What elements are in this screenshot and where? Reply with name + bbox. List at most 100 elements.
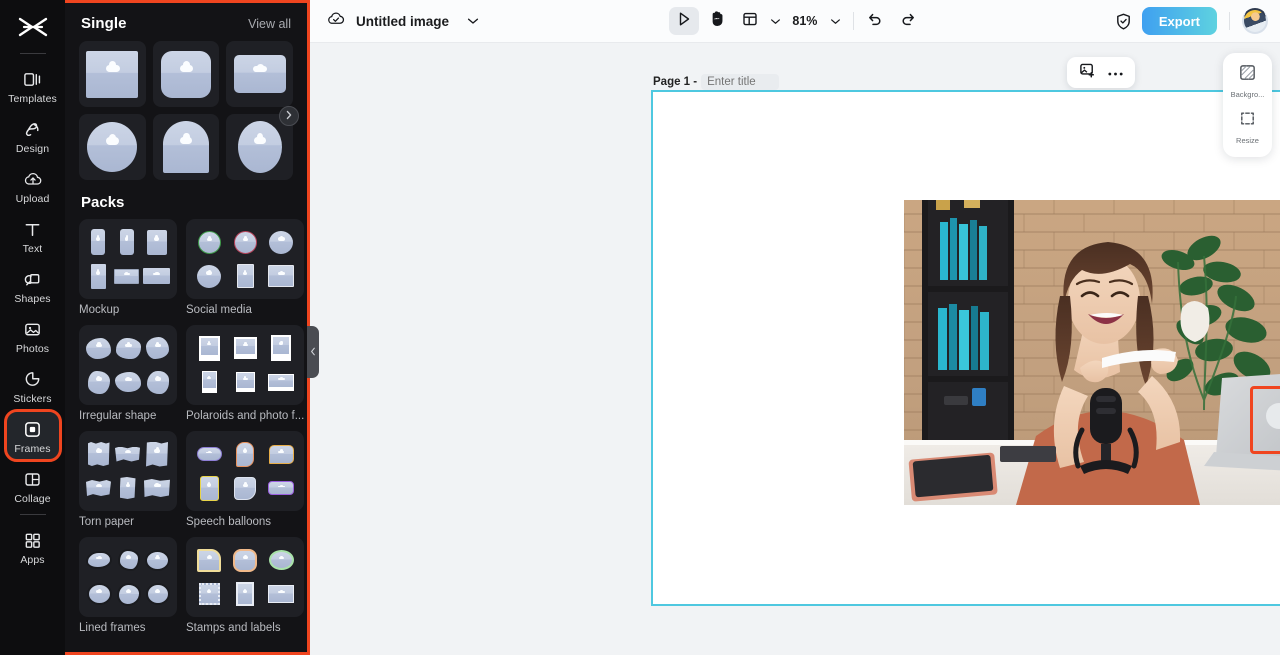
more-options-button[interactable] — [1104, 62, 1126, 84]
export-button[interactable]: Export — [1141, 7, 1217, 35]
undo-button[interactable] — [860, 7, 890, 35]
pack-card-social-media[interactable]: Social media — [186, 219, 305, 316]
pack-label: Speech balloons — [186, 516, 272, 528]
sidebar-item-apps[interactable]: Apps — [6, 522, 60, 571]
rail-divider-top — [19, 53, 46, 54]
pack-preview — [79, 431, 177, 511]
sidebar-item-shapes[interactable]: Shapes — [6, 261, 60, 310]
sidebar-item-label: Shapes — [14, 293, 51, 305]
user-avatar[interactable] — [1242, 8, 1268, 34]
background-label: Backgro... — [1230, 90, 1265, 99]
frames-icon — [23, 418, 42, 440]
page-title-row: Page 1 - — [653, 74, 780, 90]
zoom-level-value[interactable]: 81% — [786, 14, 819, 28]
select-tool-button[interactable] — [669, 7, 700, 35]
packs-section-title: Packs — [81, 194, 125, 211]
pack-preview — [79, 325, 177, 405]
cloud-saved-icon[interactable] — [326, 10, 346, 32]
chevron-down-icon[interactable] — [467, 12, 479, 30]
page-number-label: Page 1 - — [653, 76, 698, 88]
pack-label: Lined frames — [79, 622, 146, 634]
toolbar-divider-1 — [853, 12, 855, 30]
cursor-arrow-icon — [676, 11, 692, 32]
layout-tool-button[interactable] — [735, 7, 765, 35]
sidebar-item-design[interactable]: Design — [6, 111, 60, 160]
frames-panel-scroll[interactable]: Single View all Packs Mockup Social medi… — [65, 3, 307, 652]
collage-icon — [23, 468, 42, 490]
capcut-logo-icon[interactable] — [13, 8, 53, 46]
pack-label: Irregular shape — [79, 410, 157, 422]
toolbar-right-group: Export — [1114, 7, 1268, 35]
sidebar-item-frames[interactable]: Frames — [3, 409, 62, 462]
apps-icon — [23, 529, 42, 551]
main-area: Untitled image 81% Export Page 1 - Enter… — [310, 0, 1280, 655]
sidebar-item-templates[interactable]: Templates — [6, 61, 60, 110]
panel-collapse-handle[interactable] — [307, 326, 319, 378]
toolbar-divider-2 — [1229, 12, 1230, 30]
resize-button[interactable]: Resize — [1223, 109, 1272, 145]
single-next-arrow-button[interactable] — [279, 106, 299, 126]
document-title[interactable]: Untitled image — [356, 14, 449, 29]
sidebar-item-label: Stickers — [13, 393, 52, 405]
top-toolbar: Untitled image 81% Export — [310, 0, 1280, 43]
packs-grid: Mockup Social media Irregular shape Pola… — [79, 219, 305, 634]
text-icon — [23, 218, 42, 240]
more-horizontal-icon — [1107, 64, 1124, 82]
frames-panel: Single View all Packs Mockup Social medi… — [65, 0, 310, 655]
frame-thumb-square[interactable] — [79, 41, 146, 107]
pack-label: Polaroids and photo f... — [186, 410, 305, 422]
pack-card-polaroids[interactable]: Polaroids and photo f... — [186, 325, 305, 422]
shield-check-icon[interactable] — [1114, 12, 1133, 31]
pack-preview — [186, 325, 305, 405]
toolbar-center-group: 81% — [669, 7, 923, 35]
pack-card-torn-paper[interactable]: Torn paper — [79, 431, 177, 528]
layout-grid-icon — [742, 11, 758, 32]
layout-caret-icon[interactable] — [768, 18, 783, 25]
sidebar-item-label: Upload — [15, 193, 50, 205]
sidebar-item-upload[interactable]: Upload — [6, 161, 60, 210]
background-button[interactable]: Backgro... — [1223, 63, 1272, 99]
pack-card-irregular-shape[interactable]: Irregular shape — [79, 325, 177, 422]
page-title-input[interactable] — [701, 74, 780, 90]
design-icon — [23, 118, 42, 140]
canvas-side-panel: Backgro... Resize — [1223, 53, 1272, 157]
hand-tool-button[interactable] — [702, 7, 732, 35]
canvas-float-toolbar — [1067, 57, 1135, 88]
background-icon — [1238, 63, 1257, 87]
sidebar-item-label: Templates — [8, 93, 57, 105]
design-canvas[interactable]: Love it. — [651, 90, 1280, 606]
frame-thumb-landscape[interactable] — [226, 41, 293, 107]
sidebar-item-collage[interactable]: Collage — [6, 461, 60, 510]
redo-icon — [900, 11, 916, 32]
sidebar-item-text[interactable]: Text — [6, 211, 60, 260]
add-image-button[interactable] — [1076, 62, 1098, 84]
pack-card-stamps-labels[interactable]: Stamps and labels — [186, 537, 305, 634]
sidebar-item-stickers[interactable]: Stickers — [6, 361, 60, 410]
add-image-icon — [1079, 62, 1096, 84]
pack-label: Torn paper — [79, 516, 134, 528]
frame-thumb-rounded[interactable] — [152, 41, 220, 107]
canvas-photo[interactable] — [904, 200, 1280, 505]
stickers-icon — [23, 368, 42, 390]
sidebar-item-label: Apps — [20, 554, 45, 566]
resize-icon — [1238, 109, 1257, 133]
pack-preview — [186, 431, 305, 511]
frame-thumb-arch[interactable] — [152, 114, 220, 180]
upload-cloud-icon — [23, 168, 43, 190]
hand-icon — [709, 10, 725, 32]
frame-thumb-circle[interactable] — [79, 114, 146, 180]
shapes-icon — [23, 268, 42, 290]
pack-preview — [186, 219, 305, 299]
sidebar-item-photos[interactable]: Photos — [6, 311, 60, 360]
sidebar-item-label: Design — [15, 143, 50, 155]
pack-label: Mockup — [79, 304, 120, 316]
pack-card-lined-frames[interactable]: Lined frames — [79, 537, 177, 634]
sidebar-item-label: Text — [22, 243, 43, 255]
toolbar-left-group: Untitled image — [326, 10, 479, 32]
single-view-all-link[interactable]: View all — [248, 17, 291, 31]
pack-card-speech-balloons[interactable]: Speech balloons — [186, 431, 305, 528]
pack-label: Stamps and labels — [186, 622, 281, 634]
zoom-caret-icon[interactable] — [822, 18, 847, 25]
redo-button[interactable] — [893, 7, 923, 35]
pack-card-mockup[interactable]: Mockup — [79, 219, 177, 316]
